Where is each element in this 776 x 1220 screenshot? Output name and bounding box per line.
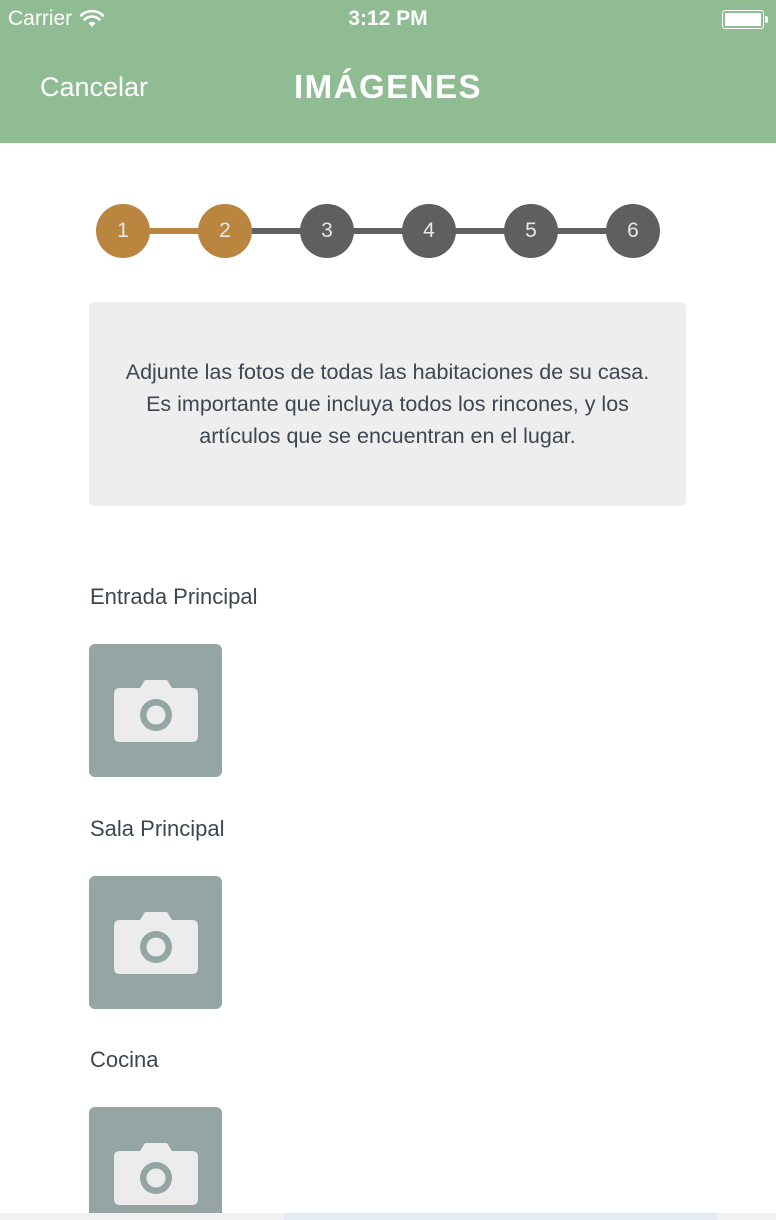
step-6[interactable]: 6 bbox=[606, 204, 660, 258]
camera-icon bbox=[113, 911, 198, 974]
section-label-sala-principal: Sala Principal bbox=[90, 816, 225, 841]
status-time: 3:12 PM bbox=[348, 7, 428, 30]
section-label-cocina: Cocina bbox=[90, 1047, 159, 1072]
bottom-bar-accent bbox=[284, 1213, 718, 1220]
progress-stepper: 1 2 3 4 5 6 bbox=[96, 204, 660, 258]
step-2[interactable]: 2 bbox=[198, 204, 252, 258]
add-photo-entrada-principal-button[interactable] bbox=[89, 644, 222, 777]
step-5[interactable]: 5 bbox=[504, 204, 558, 258]
add-photo-cocina-button[interactable] bbox=[89, 1107, 222, 1220]
step-1[interactable]: 1 bbox=[96, 204, 150, 258]
status-bar: Carrier 3:12 PM bbox=[0, 0, 776, 40]
step-3[interactable]: 3 bbox=[300, 204, 354, 258]
instructions-text: Adjunte las fotos de todas las habitacio… bbox=[125, 360, 650, 448]
camera-icon bbox=[113, 679, 198, 742]
battery-icon bbox=[722, 10, 768, 29]
step-4[interactable]: 4 bbox=[402, 204, 456, 258]
instructions-box: Adjunte las fotos de todas las habitacio… bbox=[89, 302, 686, 506]
add-photo-sala-principal-button[interactable] bbox=[89, 876, 222, 1009]
camera-icon bbox=[113, 1142, 198, 1205]
section-label-entrada-principal: Entrada Principal bbox=[90, 584, 258, 609]
bottom-bar bbox=[0, 1213, 776, 1220]
page-title: IMÁGENES bbox=[293, 68, 483, 105]
nav-header: Carrier 3:12 PM Cancelar IMÁGENES bbox=[0, 0, 776, 143]
